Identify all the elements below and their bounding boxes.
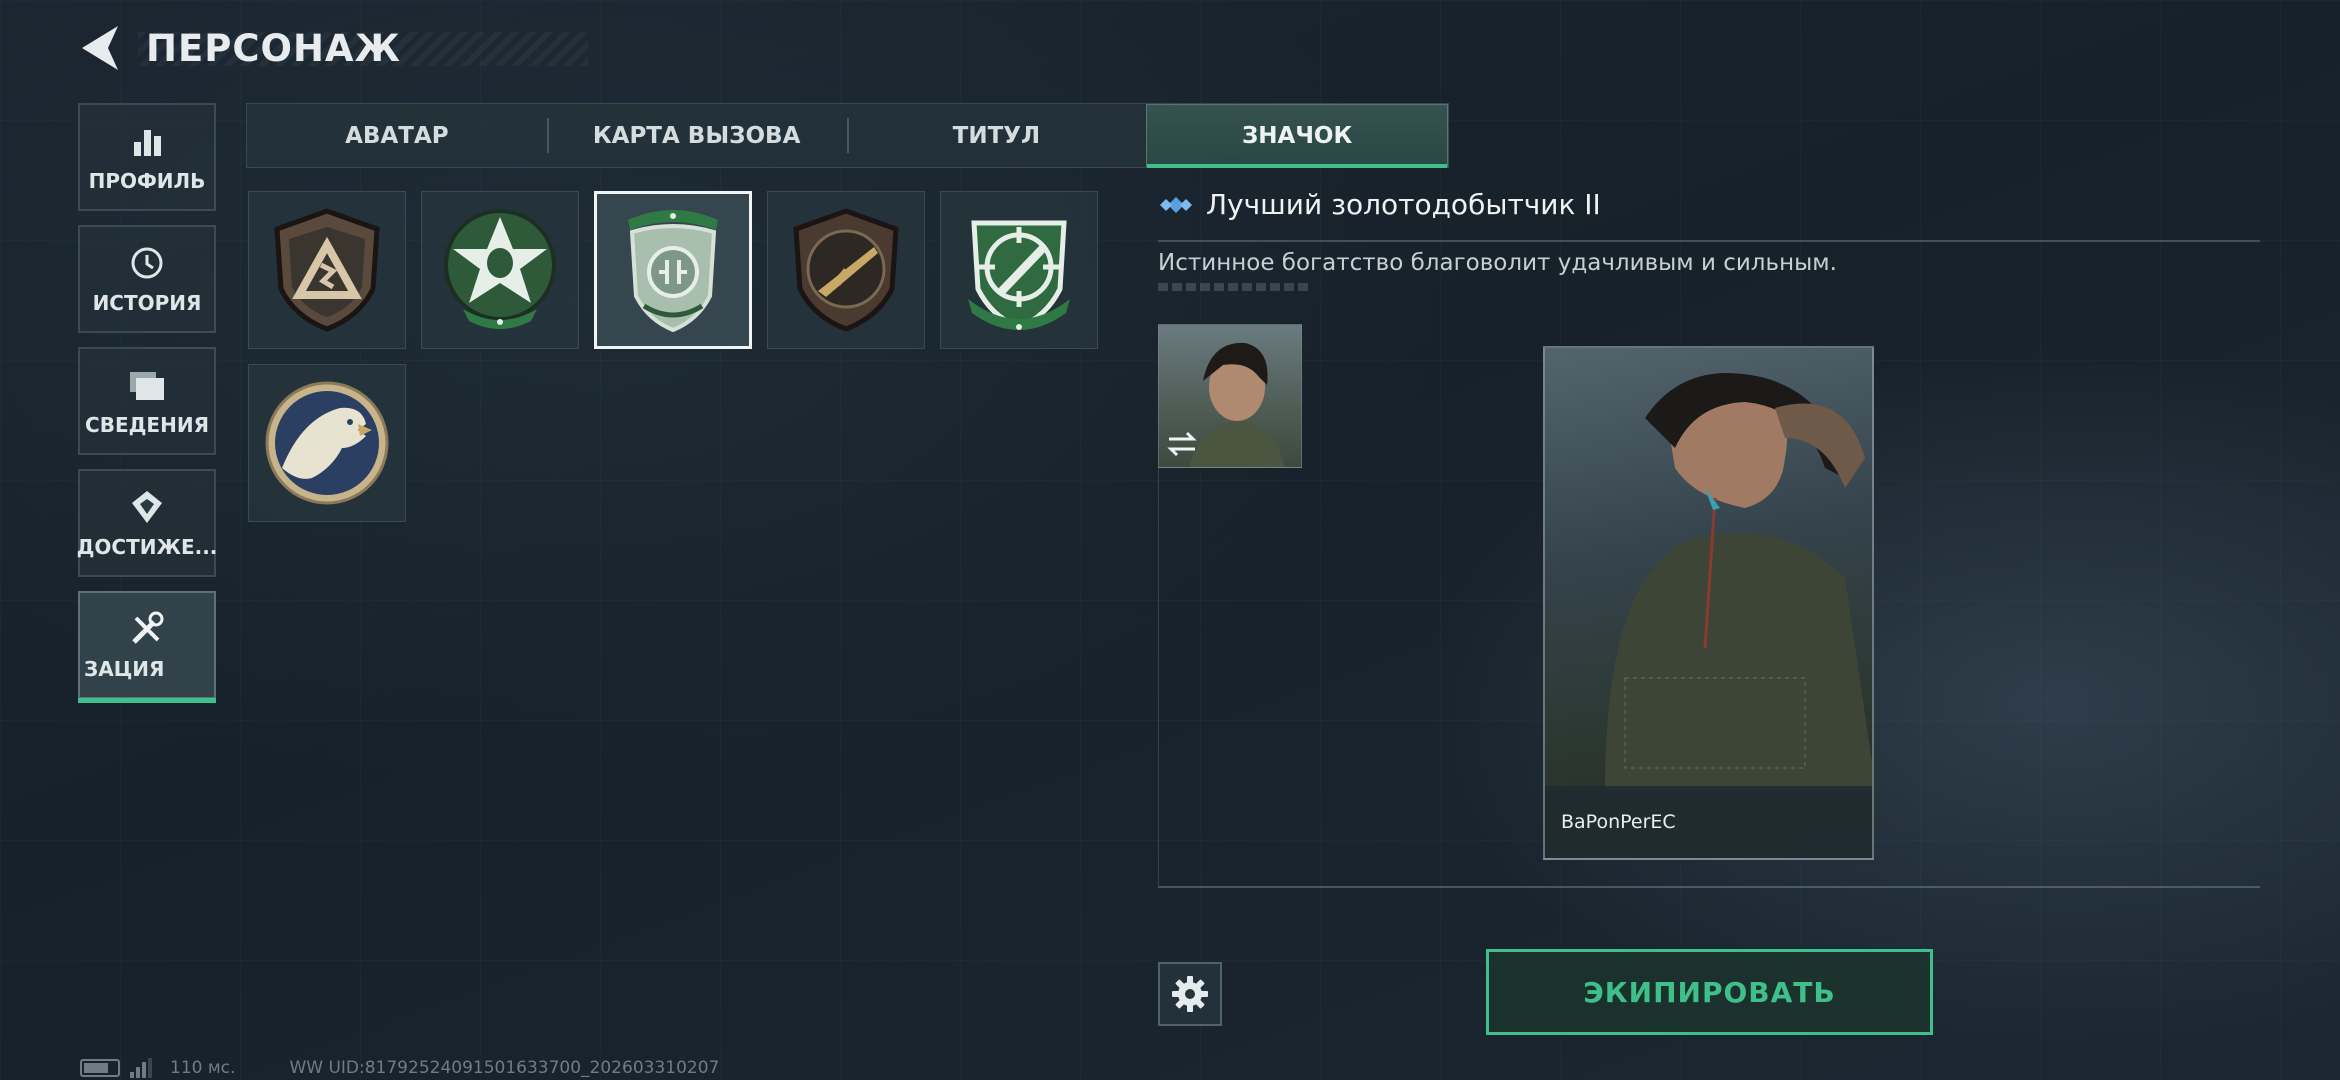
tab-avatar[interactable]: АВАТАР xyxy=(247,104,547,167)
uid-text: WW UID:81792524091501633700_202603310207 xyxy=(289,1058,720,1078)
sidebar-item-label: ИСТОРИЯ xyxy=(92,291,202,315)
description-subtext xyxy=(1158,283,1308,291)
badge-title-row: Лучший золотодобытчик II xyxy=(1158,188,1601,221)
badge-item[interactable] xyxy=(248,191,406,349)
page-title: ПЕРСОНАЖ xyxy=(146,26,401,70)
sidebar-item-history[interactable]: ИСТОРИЯ xyxy=(78,225,216,333)
tab-bar: АВАТАР КАРТА ВЫЗОВА ТИТУЛ ЗНАЧОК xyxy=(246,103,1449,168)
ping-text: 110 мс. xyxy=(170,1058,236,1078)
rifle-badge-icon xyxy=(793,208,899,332)
badge-item[interactable] xyxy=(248,364,406,522)
diamond-rank-icon xyxy=(1160,196,1192,213)
back-arrow-icon xyxy=(82,26,118,70)
sidebar-item-label: ДОСТИЖЕ... xyxy=(76,535,218,559)
tab-title[interactable]: ТИТУЛ xyxy=(846,104,1147,167)
sidebar-item-label: ЗАЦИЯ xyxy=(84,657,165,681)
sidebar-item-customization[interactable]: ЗАЦИЯ xyxy=(78,591,216,703)
wrench-screwdriver-icon xyxy=(127,609,167,649)
bar-chart-icon xyxy=(127,121,167,161)
badge-title: Лучший золотодобытчик II xyxy=(1206,188,1601,221)
avatar-thumbnail[interactable] xyxy=(1158,324,1302,468)
badge-item[interactable] xyxy=(940,191,1098,349)
equip-button[interactable]: ЭКИПИРОВАТЬ xyxy=(1486,949,1933,1035)
triangle-shield-badge-icon xyxy=(274,208,380,332)
card-name-bar: BaPonPerEC xyxy=(1545,786,1872,858)
settings-button[interactable] xyxy=(1158,962,1222,1026)
character-art-image xyxy=(1605,373,1872,790)
sidebar: ПРОФИЛЬ ИСТОРИЯ СВЕДЕНИЯ ДОСТИЖЕ... ЗАЦИ… xyxy=(76,103,218,713)
sidebar-item-label: СВЕДЕНИЯ xyxy=(85,413,209,437)
crosshair-knife-badge-icon xyxy=(968,220,1070,330)
challenge-card-preview: BaPonPerEC xyxy=(1543,346,1874,860)
tab-badge[interactable]: ЗНАЧОК xyxy=(1146,104,1448,168)
sidebar-item-info[interactable]: СВЕДЕНИЯ xyxy=(78,347,216,455)
badge-description: Истинное богатство благоволит удачливым … xyxy=(1158,250,1837,276)
achievement-icon xyxy=(127,487,167,527)
sidebar-item-label: ПРОФИЛЬ xyxy=(88,169,206,193)
badge-item[interactable] xyxy=(421,191,579,349)
tab-challenge-card[interactable]: КАРТА ВЫЗОВА xyxy=(546,104,847,167)
gear-icon xyxy=(1172,976,1208,1012)
signal-icon xyxy=(130,1058,152,1078)
history-clock-icon xyxy=(127,243,167,283)
title-divider xyxy=(1158,240,2260,242)
player-name: BaPonPerEC xyxy=(1561,811,1676,833)
badge-item[interactable] xyxy=(767,191,925,349)
sidebar-item-profile[interactable]: ПРОФИЛЬ xyxy=(78,103,216,211)
badge-item[interactable] xyxy=(594,191,752,349)
bottom-divider xyxy=(1158,886,2260,888)
crest-shield-badge-icon xyxy=(628,210,718,333)
eagle-badge-icon xyxy=(265,381,389,505)
star-skull-badge-icon xyxy=(444,209,556,329)
equip-button-label: ЭКИПИРОВАТЬ xyxy=(1583,975,1836,1009)
badge-grid xyxy=(248,191,1118,522)
battery-icon xyxy=(80,1059,120,1077)
sidebar-item-achievements[interactable]: ДОСТИЖЕ... xyxy=(76,469,218,577)
page-header: ПЕРСОНАЖ xyxy=(78,22,588,74)
back-button[interactable] xyxy=(78,24,122,72)
status-footer: 110 мс. WW UID:81792524091501633700_2026… xyxy=(80,1058,719,1078)
swap-icon xyxy=(1167,431,1197,457)
folder-icon xyxy=(127,365,167,405)
